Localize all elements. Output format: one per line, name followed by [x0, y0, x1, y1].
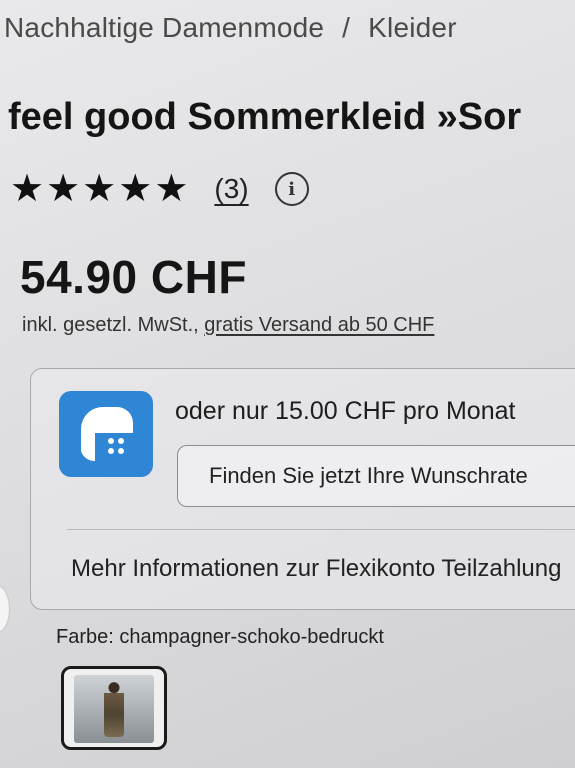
- color-swatch-selected[interactable]: [61, 666, 167, 750]
- flexikonto-app-icon: [59, 391, 153, 477]
- product-title: feel good Sommerkleid »Sor: [8, 96, 522, 138]
- vat-note: inkl. gesetzl. MwSt., gratis Versand ab …: [22, 314, 434, 337]
- breadcrumb: Nachhaltige Damenmode / Kleider: [4, 12, 457, 44]
- breadcrumb-separator: /: [342, 12, 351, 43]
- shipping-info-link[interactable]: gratis Versand ab 50 CHF: [204, 314, 434, 336]
- star-rating[interactable]: ★ ★ ★ ★ ★: [10, 170, 188, 208]
- divider: [67, 529, 575, 530]
- star-icon: ★: [46, 168, 81, 210]
- more-info-link[interactable]: Mehr Informationen zur Flexikonto Teilza…: [71, 555, 561, 583]
- product-price: 54.90 CHF: [20, 251, 247, 303]
- find-rate-button-label: Finden Sie jetzt Ihre Wunschrate: [209, 463, 528, 488]
- color-label: Farbe: champagner-schoko-bedruckt: [56, 626, 384, 648]
- carousel-handle[interactable]: [0, 585, 10, 633]
- review-count-link[interactable]: (3): [214, 173, 248, 205]
- star-icon: ★: [154, 168, 189, 210]
- star-icon: ★: [10, 168, 45, 210]
- breadcrumb-link-category[interactable]: Nachhaltige Damenmode: [4, 12, 324, 43]
- find-rate-button[interactable]: Finden Sie jetzt Ihre Wunschrate: [177, 445, 575, 507]
- installment-text: oder nur 15.00 CHF pro Monat: [175, 397, 516, 425]
- vat-text: inkl. gesetzl. MwSt.,: [22, 314, 205, 336]
- star-icon: ★: [118, 168, 153, 210]
- star-icon: ★: [82, 168, 117, 210]
- breadcrumb-link-subcategory[interactable]: Kleider: [368, 12, 457, 43]
- financing-card: oder nur 15.00 CHF pro Monat Finden Sie …: [30, 368, 575, 610]
- swatch-thumbnail-image: [74, 675, 154, 743]
- rating-row: ★ ★ ★ ★ ★ (3) i: [10, 170, 309, 208]
- info-icon[interactable]: i: [274, 172, 309, 206]
